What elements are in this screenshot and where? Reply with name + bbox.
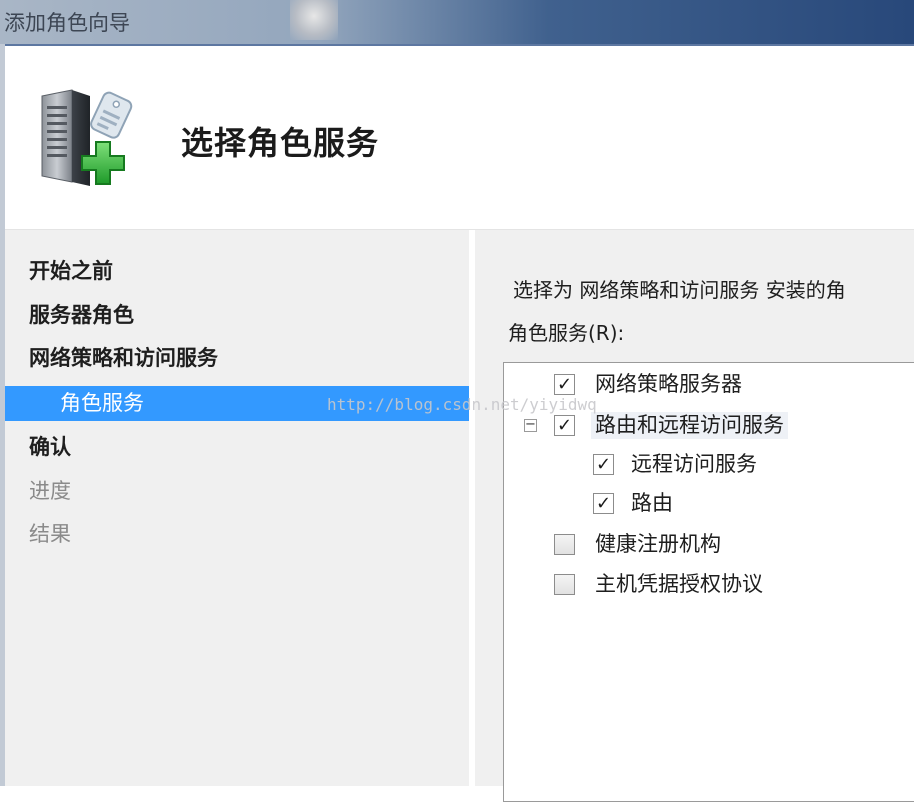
collapse-icon[interactable]: − <box>524 418 537 432</box>
tree-item-label: 主机凭据授权协议 <box>595 572 763 596</box>
step-results: 结果 <box>29 522 71 546</box>
step-before-you-begin[interactable]: 开始之前 <box>29 253 113 289</box>
checkbox-unchecked-icon[interactable] <box>554 574 575 595</box>
checkbox-unchecked-icon[interactable] <box>554 534 575 555</box>
tree-item-label: 路由和远程访问服务 <box>591 412 788 439</box>
wizard-steps-sidebar: 开始之前 服务器角色 网络策略和访问服务 角色服务 确认 进度 结果 <box>5 230 469 786</box>
role-services-label: 角色服务(R): <box>508 321 625 345</box>
window-title: 添加角色向导 <box>4 11 130 35</box>
checkbox-checked-icon[interactable]: ✓ <box>593 454 614 475</box>
wizard-header: 选择角色服务 <box>5 46 914 230</box>
page-title: 选择角色服务 <box>181 124 380 162</box>
step-server-roles[interactable]: 服务器角色 <box>29 297 134 333</box>
step-role-services-label: 角色服务 <box>60 391 144 415</box>
watermark-text: http://blog.csdn.net/yiyidwq <box>327 395 597 414</box>
checkbox-checked-icon[interactable]: ✓ <box>554 415 575 436</box>
tree-item-label: 网络策略服务器 <box>595 372 742 396</box>
checkbox-checked-icon[interactable]: ✓ <box>593 493 614 514</box>
server-add-icon <box>41 89 133 186</box>
title-bar: 添加角色向导 <box>0 0 914 44</box>
step-network-policy-access-services[interactable]: 网络策略和访问服务 <box>29 340 218 376</box>
checkbox-checked-icon[interactable]: ✓ <box>554 374 575 395</box>
title-bar-glare <box>290 0 338 40</box>
step-confirmation[interactable]: 确认 <box>29 429 71 465</box>
tree-item-label: 健康注册机构 <box>595 532 721 556</box>
tree-item-label: 路由 <box>631 491 673 515</box>
step-progress: 进度 <box>29 479 71 503</box>
tree-item-label: 远程访问服务 <box>631 452 757 476</box>
instruction-text: 选择为 网络策略和访问服务 安装的角 <box>513 278 846 302</box>
role-services-tree[interactable]: ✓ 网络策略服务器 − ✓ 路由和远程访问服务 ✓ 远程访问服务 ✓ 路由 健康… <box>503 362 914 802</box>
